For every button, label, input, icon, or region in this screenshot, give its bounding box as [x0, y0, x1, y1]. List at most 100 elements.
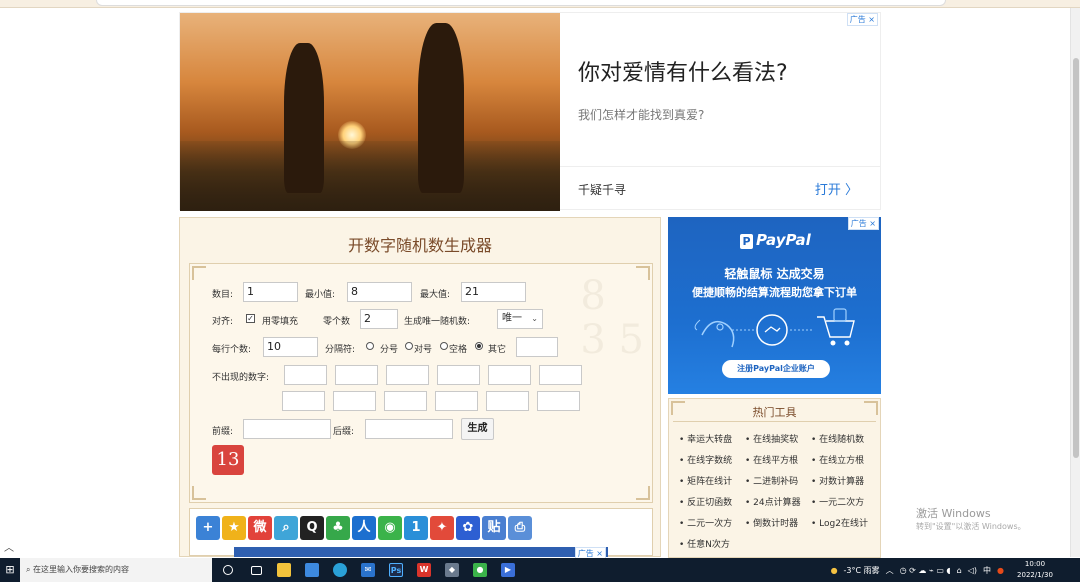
ad-divider — [560, 166, 880, 167]
exclude-input[interactable] — [335, 365, 378, 385]
hot-tool-link[interactable]: • 在线立方根 — [811, 451, 877, 472]
ad-open-button[interactable]: 打开 〉 — [815, 179, 858, 198]
store-icon[interactable] — [298, 558, 326, 582]
hot-tool-link[interactable]: • Log2在线计 — [811, 514, 877, 535]
separator-radio-check[interactable] — [405, 342, 413, 350]
prefix-input[interactable] — [243, 419, 331, 439]
hot-tool-link[interactable]: • 幸运大转盘 — [679, 430, 745, 451]
hot-tool-link[interactable]: • 24点计算器 — [745, 493, 811, 514]
exclude-input[interactable] — [282, 391, 325, 411]
tray-app-icons[interactable]: ◷ ⟳ ☁ ⌁ ▭ ◖ — [900, 566, 951, 575]
paypal-signup-button[interactable]: 注册PayPal企业账户 — [722, 360, 830, 378]
clover-icon[interactable]: ♣ — [326, 516, 350, 540]
suffix-input[interactable] — [365, 419, 453, 439]
scrollbar-thumb[interactable] — [1073, 58, 1079, 458]
close-icon[interactable]: × — [869, 219, 876, 228]
hot-tool-link[interactable]: • 对数计算器 — [811, 472, 877, 493]
exclude-input[interactable] — [333, 391, 376, 411]
qq-icon[interactable]: Q — [300, 516, 324, 540]
inline-ad-strip[interactable]: 广告 × — [234, 547, 608, 560]
hot-tool-link[interactable]: • 在线抽奖软 — [745, 430, 811, 451]
photoshop-icon[interactable]: Ps — [382, 558, 410, 582]
separator-radio-semicolon[interactable] — [366, 342, 374, 350]
hot-tool-link[interactable]: • 任意N次方 — [679, 535, 745, 556]
zero-fill-checkbox[interactable]: ✓ — [246, 314, 255, 323]
generate-button[interactable]: 生成 — [461, 418, 494, 440]
per-line-input[interactable]: 10 — [263, 337, 318, 357]
tray-expand-icon[interactable]: ︿ — [886, 565, 894, 576]
app-icon[interactable]: ◆ — [438, 558, 466, 582]
task-view-icon[interactable] — [242, 558, 270, 582]
taskbar-clock[interactable]: 10:00 2022/1/30 — [1010, 559, 1060, 581]
hot-tool-link[interactable]: • 在线字数统 — [679, 451, 745, 472]
file-explorer-icon[interactable] — [270, 558, 298, 582]
one-icon[interactable]: 1 — [404, 516, 428, 540]
hot-tool-link[interactable]: • 倒数计时器 — [745, 514, 811, 535]
volume-icon[interactable]: ◁) — [968, 566, 977, 575]
page-scrollbar[interactable] — [1070, 8, 1080, 557]
address-bar[interactable] — [96, 0, 946, 6]
hot-tool-link[interactable]: • 在线平方根 — [745, 451, 811, 472]
exclude-input[interactable] — [384, 391, 427, 411]
exclude-input[interactable] — [435, 391, 478, 411]
weibo-icon[interactable]: 微 — [248, 516, 272, 540]
video-icon[interactable]: ▶ — [494, 558, 522, 582]
hot-tool-link[interactable]: • 一元二次方 — [811, 493, 877, 514]
star-icon[interactable]: ★ — [222, 516, 246, 540]
min-input[interactable]: 8 — [347, 282, 412, 302]
exclude-input[interactable] — [488, 365, 531, 385]
top-banner-ad[interactable]: 广告 × 你对爱情有什么看法? 我们怎样才能找到真爱? 千疑千寻 打开 〉 — [179, 12, 881, 211]
paypal-line2: 便捷顺畅的结算流程助您拿下订单 — [692, 286, 857, 299]
cortana-icon[interactable] — [214, 558, 242, 582]
print-icon[interactable]: ⎙ — [508, 516, 532, 540]
favorite-icon[interactable]: ✦ — [430, 516, 454, 540]
hot-tool-link[interactable]: • 二元一次方 — [679, 514, 745, 535]
exclude-input[interactable] — [284, 365, 327, 385]
taskbar-apps: ✉ Ps W ◆ ● ▶ — [214, 558, 522, 582]
baidu-paw-icon[interactable]: ✿ — [456, 516, 480, 540]
separator-option-label: 空格 — [449, 345, 468, 355]
separator-other-input[interactable] — [516, 337, 558, 357]
ad-badge[interactable]: 广告 × — [846, 13, 878, 26]
exclude-input[interactable] — [539, 365, 582, 385]
mail-icon[interactable]: ✉ — [354, 558, 382, 582]
weather-text[interactable]: -3°C 雨雾 — [844, 565, 880, 576]
wechat-taskbar-icon[interactable]: ● — [466, 558, 494, 582]
zero-count-input[interactable]: 2 — [360, 309, 398, 329]
exclude-input[interactable] — [537, 391, 580, 411]
plus-icon[interactable]: + — [196, 516, 220, 540]
separator-radio-other[interactable] — [475, 342, 483, 350]
close-icon[interactable]: × — [868, 15, 875, 24]
search-icon[interactable]: ⌕ — [274, 516, 298, 540]
security-icon[interactable]: ● — [997, 566, 1004, 575]
hot-tool-link[interactable]: • 在线随机数 — [811, 430, 877, 451]
paypal-ad[interactable]: 广告 × P PayPal 轻触鼠标 达成交易 便捷顺畅的结算流程助您拿下订单 注… — [668, 217, 881, 394]
network-icon[interactable]: ⌂ — [957, 566, 962, 575]
taskbar-search-box[interactable]: ⌕ 在这里输入你要搜索的内容 — [20, 558, 212, 582]
ad-badge[interactable]: 广告 × — [847, 217, 879, 230]
renren-icon[interactable]: 人 — [352, 516, 376, 540]
wps-icon[interactable]: W — [410, 558, 438, 582]
ime-indicator[interactable]: 中 — [983, 565, 991, 576]
count-input[interactable]: 1 — [243, 282, 298, 302]
chevron-up-icon[interactable]: ︿ — [0, 541, 18, 557]
close-icon[interactable]: × — [596, 549, 603, 558]
hot-tool-link[interactable]: • 二进制补码 — [745, 472, 811, 493]
prefix-label: 前缀: — [212, 427, 234, 437]
tieba-icon[interactable]: 贴 — [482, 516, 506, 540]
separator-radio-space[interactable] — [440, 342, 448, 350]
edge-icon[interactable] — [326, 558, 354, 582]
exclude-input[interactable] — [486, 391, 529, 411]
exclude-input[interactable] — [437, 365, 480, 385]
weather-icon[interactable]: ● — [831, 566, 838, 575]
activation-watermark-hint: 转到"设置"以激活 Windows。 — [916, 522, 1026, 531]
max-input[interactable]: 21 — [461, 282, 526, 302]
windows-start-icon[interactable]: ⊞ — [0, 558, 20, 582]
align-label: 对齐: — [212, 317, 234, 327]
wechat-icon[interactable]: ◉ — [378, 516, 402, 540]
hot-tool-link[interactable]: • 反正切函数 — [679, 493, 745, 514]
unique-select[interactable]: 唯一 ⌄ — [497, 309, 543, 329]
exclude-input[interactable] — [386, 365, 429, 385]
hot-tool-link[interactable]: • 矩阵在线计 — [679, 472, 745, 493]
hot-tool-label: 在线抽奖软 — [753, 435, 799, 445]
